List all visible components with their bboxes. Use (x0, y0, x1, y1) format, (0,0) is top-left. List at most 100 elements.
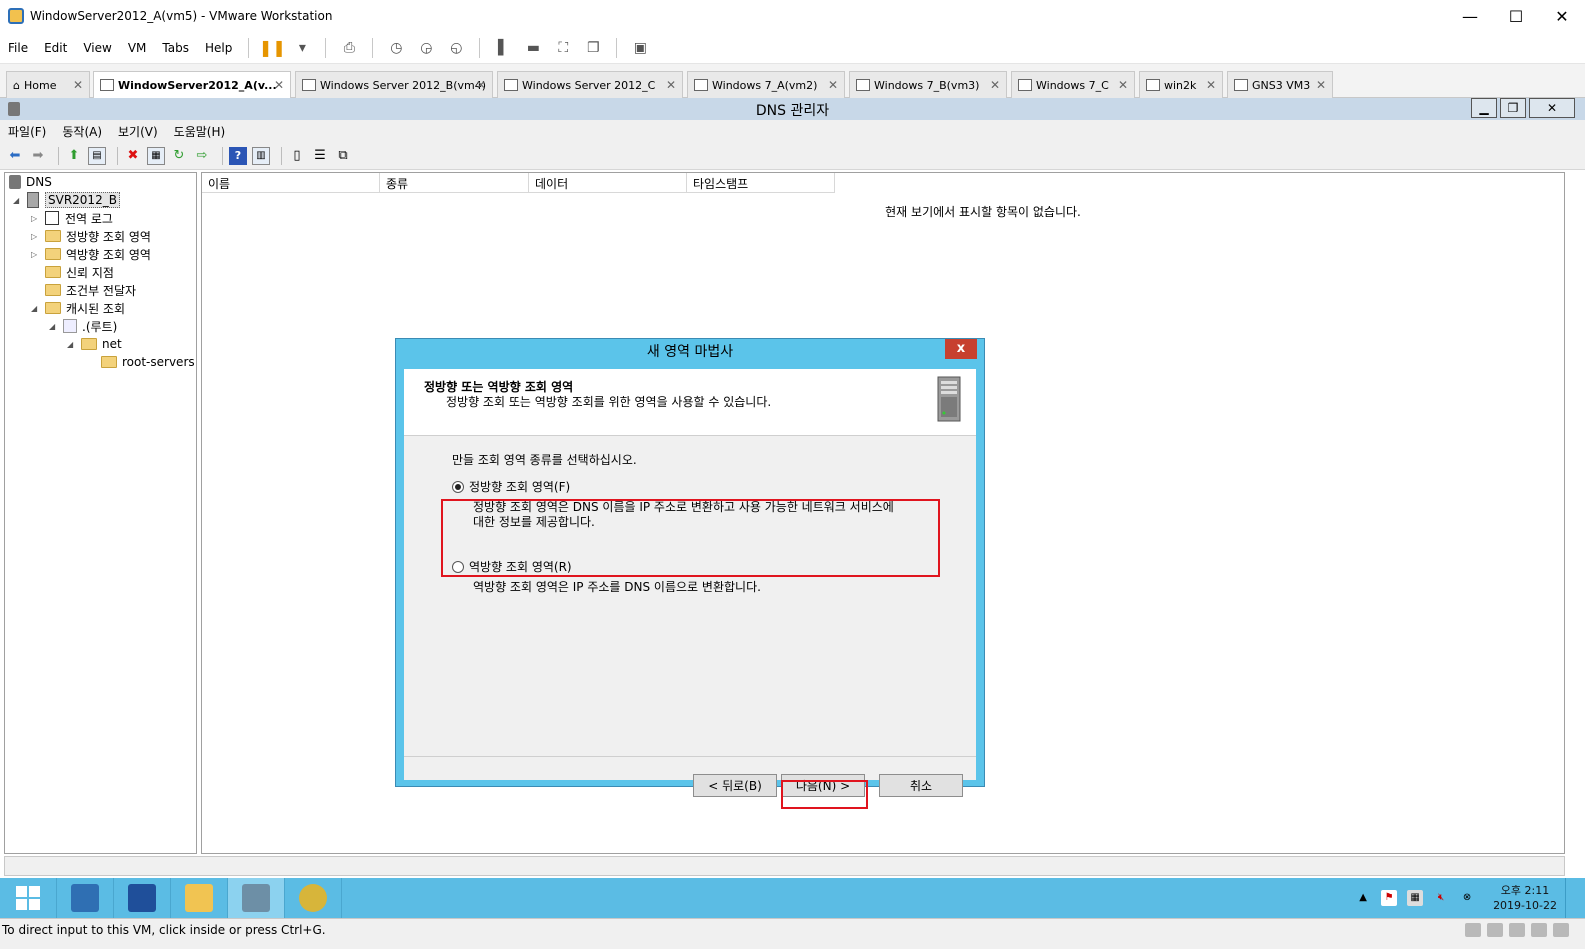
menu-view[interactable]: View (75, 41, 119, 55)
reverse-zone-radio[interactable]: 역방향 조회 영역(R) (452, 558, 572, 575)
full-screen-icon[interactable]: ⛶ (552, 37, 574, 59)
properties-icon[interactable]: ▦ (147, 146, 165, 165)
action-center-icon[interactable]: ⚑ (1381, 890, 1398, 906)
tab-close-icon[interactable]: ✕ (476, 78, 486, 92)
speaker-muted-icon[interactable]: 🔇︎ (1433, 890, 1449, 906)
tab-close-icon[interactable]: ✕ (274, 78, 284, 92)
mmc-minimize-button[interactable]: ▁ (1471, 98, 1497, 118)
tab-close-icon[interactable]: ✕ (1206, 78, 1216, 92)
show-hidden-icons-icon[interactable]: ▲ (1355, 890, 1371, 906)
menu-help[interactable]: Help (197, 41, 240, 55)
menu-file[interactable]: File (0, 41, 36, 55)
tab-close-icon[interactable]: ✕ (1316, 78, 1326, 92)
forward-zone-radio[interactable]: 정방향 조회 영역(F) (452, 478, 570, 495)
expand-arrow-icon[interactable]: ▷ (31, 214, 41, 223)
tree-reverse-zones[interactable]: ▷ 역방향 조회 영역 (31, 245, 151, 263)
taskbar-powershell[interactable] (114, 878, 171, 918)
menu-tabs[interactable]: Tabs (154, 41, 197, 55)
disconnected-icon[interactable]: ⊗ (1459, 890, 1475, 906)
mmc-menu-file[interactable]: 파일(F) (8, 123, 46, 140)
tree-dns-root[interactable]: DNS (9, 173, 52, 191)
taskbar-mmc[interactable] (285, 878, 342, 918)
column-data[interactable]: 데이터 (529, 173, 687, 193)
back-arrow-icon[interactable]: ⬅ (6, 147, 24, 165)
tree-net[interactable]: ◢ net (67, 335, 122, 353)
console-view-icon[interactable]: ▣ (629, 37, 651, 59)
library-view-icon[interactable]: ▌ (492, 37, 514, 59)
start-button[interactable] (0, 878, 57, 918)
tab-windows-server-2012-c[interactable]: Windows Server 2012_C ✕ (497, 71, 683, 98)
list-icon[interactable]: ☰ (311, 147, 329, 165)
menu-vm[interactable]: VM (120, 41, 155, 55)
pause-icon[interactable]: ❚❚ (259, 37, 286, 59)
tab-close-icon[interactable]: ✕ (666, 78, 676, 92)
tree-conditional-forwarders[interactable]: 조건부 전달자 (45, 281, 136, 299)
cd-icon[interactable] (1487, 923, 1503, 937)
taskbar-file-explorer[interactable] (171, 878, 228, 918)
back-button[interactable]: < 뒤로(B) (693, 774, 777, 797)
network-icon[interactable]: ▦ (1407, 890, 1424, 906)
server-icon[interactable]: ▯ (288, 147, 306, 165)
column-name[interactable]: 이름 (202, 173, 380, 193)
menu-edit[interactable]: Edit (36, 41, 75, 55)
wizard-close-button[interactable]: x (945, 339, 977, 359)
column-timestamp[interactable]: 타임스탬프 (687, 173, 835, 193)
mmc-restore-button[interactable]: ❐ (1500, 98, 1526, 118)
tree-trust-points[interactable]: 신뢰 지점 (45, 263, 114, 281)
collapse-arrow-icon[interactable]: ◢ (13, 196, 23, 205)
tree-forward-zones[interactable]: ▷ 정방향 조회 영역 (31, 227, 151, 245)
maximize-button[interactable]: ☐ (1493, 0, 1539, 32)
tree-root-servers[interactable]: root-servers (101, 353, 195, 371)
usb-icon[interactable] (1531, 923, 1547, 937)
tree-cached-lookups[interactable]: ◢ 캐시된 조회 (31, 299, 125, 317)
sound-icon[interactable] (1553, 923, 1569, 937)
mmc-menu-help[interactable]: 도움말(H) (174, 123, 226, 140)
help-icon[interactable]: ? (229, 146, 247, 165)
tab-windows-7-b[interactable]: Windows 7_B(vm3) ✕ (849, 71, 1007, 98)
close-button[interactable]: ✕ (1539, 0, 1585, 32)
thumbnail-view-icon[interactable]: ▬ (522, 37, 544, 59)
dropdown-arrow-icon[interactable]: ▾ (291, 37, 313, 59)
column-type[interactable]: 종류 (380, 173, 529, 193)
taskbar-server-manager[interactable] (57, 878, 114, 918)
tab-close-icon[interactable]: ✕ (1118, 78, 1128, 92)
send-ctrl-alt-del-icon[interactable]: ⎙ (338, 37, 360, 59)
tab-win2k[interactable]: win2k ✕ (1139, 71, 1223, 98)
action-pane-icon[interactable]: ▥ (252, 146, 270, 165)
collapse-arrow-icon[interactable]: ◢ (31, 304, 41, 313)
cancel-button[interactable]: 취소 (879, 774, 963, 797)
guest-screen[interactable]: DNS 관리자 ▁ ❐ ✕ 파일(F) 동작(A) 보기(V) 도움말(H) ⬅… (0, 98, 1585, 918)
export-list-icon[interactable]: ⇨ (193, 147, 211, 165)
tab-windows-7-a[interactable]: Windows 7_A(vm2) ✕ (687, 71, 845, 98)
collapse-arrow-icon[interactable]: ◢ (67, 340, 77, 349)
tab-windows-7-c[interactable]: Windows 7_C ✕ (1011, 71, 1135, 98)
delete-icon[interactable]: ✖ (124, 147, 142, 165)
mmc-menu-view[interactable]: 보기(V) (118, 123, 158, 140)
tree-global-logs[interactable]: ▷ 전역 로그 (31, 209, 113, 227)
up-folder-icon[interactable]: ⬆ (65, 147, 83, 165)
refresh-icon[interactable]: ↻ (170, 147, 188, 165)
taskbar-dns-manager[interactable] (228, 878, 285, 918)
tab-close-icon[interactable]: ✕ (73, 78, 83, 92)
hdd-icon[interactable] (1465, 923, 1481, 937)
tab-windowserver2012-a[interactable]: WindowServer2012_A(v... ✕ (93, 71, 291, 98)
tab-close-icon[interactable]: ✕ (828, 78, 838, 92)
forward-arrow-icon[interactable]: ➡ (29, 147, 47, 165)
revert-snapshot-icon[interactable]: ◶ (415, 37, 437, 59)
taskbar-clock[interactable]: 오후 2:11 2019-10-22 (1493, 883, 1557, 913)
expand-arrow-icon[interactable]: ▷ (31, 232, 41, 241)
tab-close-icon[interactable]: ✕ (990, 78, 1000, 92)
network-adapter-icon[interactable] (1509, 923, 1525, 937)
collapse-arrow-icon[interactable]: ◢ (49, 322, 59, 331)
radio-selected-icon[interactable] (452, 480, 464, 493)
unity-icon[interactable]: ❐ (582, 37, 604, 59)
copy-icon[interactable]: ⧉ (334, 147, 352, 165)
tree-root[interactable]: ◢ .(루트) (49, 317, 117, 335)
tab-home[interactable]: ⌂ Home ✕ (6, 71, 90, 98)
tab-gns3-vm3[interactable]: GNS3 VM3 ✕ (1227, 71, 1333, 98)
tab-windows-server-2012-b[interactable]: Windows Server 2012_B(vm4) ✕ (295, 71, 493, 98)
tree-server[interactable]: ◢ SVR2012_B (13, 191, 120, 209)
snapshot-manager-icon[interactable]: ◵ (445, 37, 467, 59)
mmc-close-button[interactable]: ✕ (1529, 98, 1575, 118)
minimize-button[interactable]: — (1447, 0, 1493, 32)
